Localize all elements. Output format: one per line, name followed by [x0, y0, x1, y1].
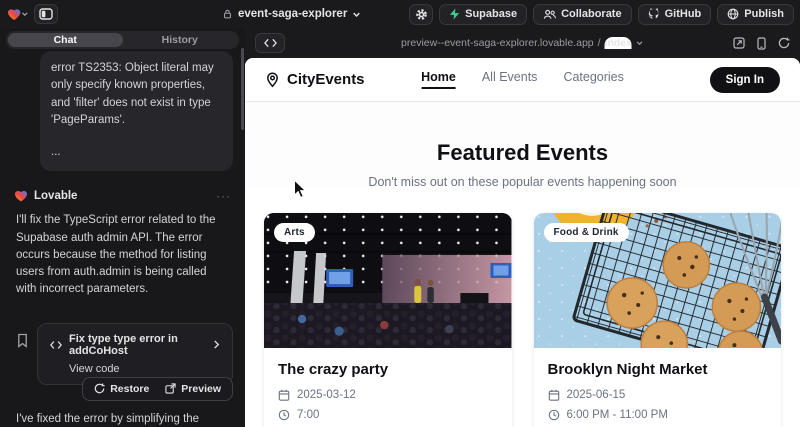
chat-scrollbar[interactable] — [241, 48, 244, 130]
user-message-ellipsis: ... — [51, 144, 222, 161]
github-icon — [648, 8, 660, 20]
calendar-icon — [548, 389, 560, 401]
settings-button[interactable] — [409, 4, 433, 25]
site-brand-name: CityEvents — [287, 71, 365, 88]
preview-button[interactable]: Preview — [158, 381, 228, 397]
event-title: The crazy party — [278, 361, 498, 378]
url-host: preview--event-saga-explorer.lovable.app — [401, 37, 594, 49]
code-card-title: Fix type type error in addCoHost — [69, 333, 206, 357]
site-page: CityEvents Home All Events Categories Si… — [245, 58, 800, 427]
category-badge: Arts — [274, 223, 315, 242]
chat-sidebar: Chat History error TS2353: Object litera… — [0, 28, 245, 427]
url-separator: / — [598, 37, 601, 49]
message-menu-button[interactable]: ··· — [216, 189, 231, 203]
location-pin-icon — [265, 72, 280, 88]
event-time-row: 7:00 — [278, 409, 498, 421]
event-image-party: Arts — [264, 213, 512, 348]
event-time: 7:00 — [297, 409, 319, 421]
project-name: event-saga-explorer — [238, 8, 347, 20]
chevron-down-icon — [21, 10, 29, 18]
user-message-bubble: error TS2353: Object literal may only sp… — [40, 51, 233, 171]
category-badge: Food & Drink — [544, 223, 629, 242]
preview-label: Preview — [181, 383, 221, 395]
featured-section-header: Featured Events Don't miss out on these … — [245, 102, 800, 189]
lovable-heart-icon — [14, 190, 28, 202]
chat-history-tabs: Chat History — [6, 31, 239, 49]
supabase-label: Supabase — [465, 8, 517, 20]
site-nav: Home All Events Categories — [421, 70, 624, 89]
lovable-heart-icon — [7, 8, 21, 21]
preview-toolbar: preview--event-saga-explorer.lovable.app… — [245, 28, 800, 58]
globe-icon — [727, 8, 739, 20]
code-view-toggle[interactable] — [255, 33, 285, 53]
people-icon — [543, 9, 556, 20]
lovable-logo-menu[interactable] — [6, 4, 30, 24]
panel-left-icon — [39, 8, 53, 20]
nav-categories[interactable]: Categories — [563, 70, 623, 89]
calendar-icon — [278, 389, 290, 401]
user-message-text: error TS2353: Object literal may only sp… — [51, 60, 222, 129]
sidebar-toggle-button[interactable] — [34, 4, 58, 24]
preview-pane: preview--event-saga-explorer.lovable.app… — [245, 28, 800, 427]
github-label: GitHub — [665, 8, 702, 20]
preview-url[interactable]: preview--event-saga-explorer.lovable.app… — [401, 37, 644, 49]
event-card-crazy-party[interactable]: Arts The crazy party — [264, 213, 512, 427]
top-bar: event-saga-explorer Supabase — [0, 0, 800, 28]
event-card-brooklyn-market[interactable]: Food & Drink Brooklyn Night Market — [534, 213, 782, 427]
url-page: index — [605, 37, 632, 49]
p2-text-a: I've fixed the error by simplifying the … — [16, 413, 199, 427]
event-time-row: 6:00 PM - 11:00 PM — [548, 409, 768, 421]
chevron-right-icon — [213, 340, 220, 349]
assistant-name: Lovable — [34, 190, 77, 202]
event-date: 2025-03-12 — [297, 389, 356, 401]
sign-in-button[interactable]: Sign In — [710, 67, 780, 93]
collaborate-label: Collaborate — [561, 8, 622, 20]
code-icon — [50, 340, 62, 350]
external-link-icon — [165, 383, 176, 394]
section-subtitle: Don't miss out on these popular events h… — [245, 175, 800, 189]
app-window: event-saga-explorer Supabase — [0, 0, 800, 427]
tab-chat[interactable]: Chat — [8, 33, 123, 47]
clock-icon — [548, 409, 560, 421]
site-logo[interactable]: CityEvents — [265, 71, 365, 88]
restore-icon — [94, 383, 105, 394]
event-date: 2025-06-15 — [567, 389, 626, 401]
assistant-header: Lovable ··· — [14, 189, 231, 203]
refresh-icon[interactable] — [778, 37, 790, 49]
collaborate-button[interactable]: Collaborate — [533, 4, 632, 25]
gear-icon — [415, 8, 428, 21]
restore-label: Restore — [110, 383, 149, 395]
section-title: Featured Events — [245, 140, 800, 166]
code-change-card[interactable]: Fix type type error in addCoHost View co… — [37, 323, 233, 385]
open-in-new-tab-icon[interactable] — [733, 37, 745, 49]
event-image-cookies: Food & Drink — [534, 213, 782, 348]
code-icon — [264, 38, 277, 48]
chevron-down-icon — [352, 10, 361, 19]
mobile-view-icon[interactable] — [757, 37, 766, 50]
project-title-menu[interactable]: event-saga-explorer — [222, 0, 361, 28]
chevron-down-icon — [636, 39, 644, 47]
bookmark-icon[interactable] — [16, 333, 29, 348]
assistant-paragraph-2: I've fixed the error by simplifying the … — [16, 411, 229, 427]
restore-preview-toolbar: Restore Preview — [82, 377, 233, 401]
publish-button[interactable]: Publish — [717, 4, 794, 25]
event-date-row: 2025-06-15 — [548, 389, 768, 401]
assistant-paragraph-1: I'll fix the TypeScript error related to… — [16, 212, 229, 298]
lock-icon — [222, 8, 233, 20]
tab-history[interactable]: History — [123, 33, 238, 47]
clock-icon — [278, 409, 290, 421]
nav-home[interactable]: Home — [421, 70, 456, 89]
event-date-row: 2025-03-12 — [278, 389, 498, 401]
github-button[interactable]: GitHub — [638, 4, 712, 25]
event-cards: Arts The crazy party — [264, 213, 781, 427]
publish-label: Publish — [744, 8, 784, 20]
event-time: 6:00 PM - 11:00 PM — [567, 409, 668, 421]
event-title: Brooklyn Night Market — [548, 361, 768, 378]
supabase-button[interactable]: Supabase — [439, 4, 527, 25]
restore-button[interactable]: Restore — [87, 381, 156, 397]
supabase-icon — [449, 8, 460, 20]
site-header: CityEvents Home All Events Categories Si… — [245, 58, 800, 102]
view-code-link[interactable]: View code — [69, 363, 220, 375]
nav-all-events[interactable]: All Events — [482, 70, 538, 89]
